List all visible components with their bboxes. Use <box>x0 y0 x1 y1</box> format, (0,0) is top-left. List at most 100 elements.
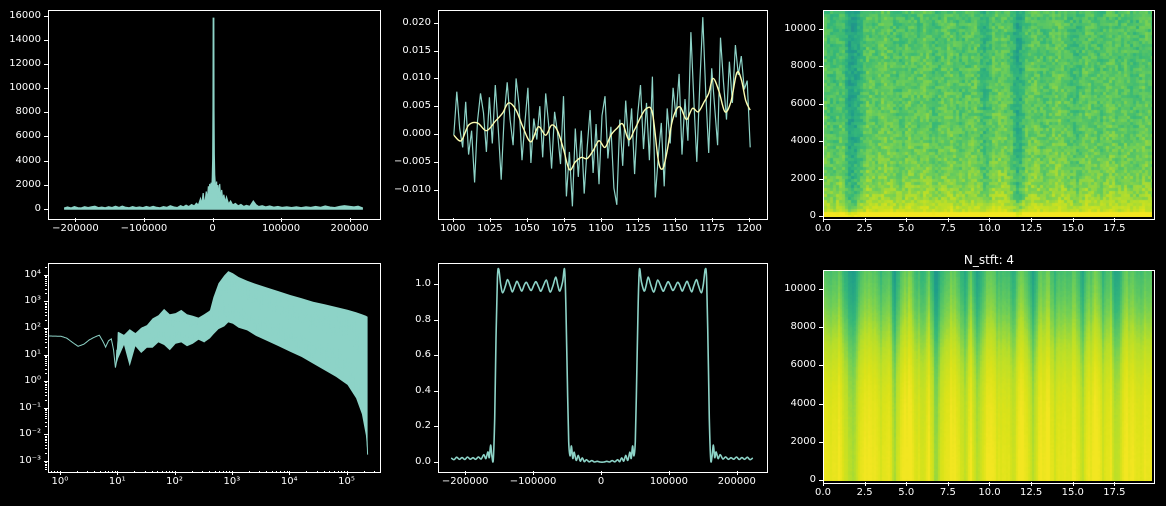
x-tick-label: 17.5 <box>1103 488 1125 498</box>
y-tick-mark <box>434 391 438 392</box>
x-tick-mark <box>823 482 824 486</box>
x-minor-tick <box>374 471 375 473</box>
figure: −200000−10000001000002000000200040006000… <box>0 0 1166 506</box>
x-minor-tick <box>229 471 230 473</box>
y-tick-label: 10⁰ <box>24 376 41 386</box>
x-minor-tick <box>112 471 113 473</box>
x-minor-tick <box>134 471 135 473</box>
x-minor-tick <box>329 471 330 473</box>
y-tick-label: 2000 <box>791 437 816 447</box>
y-minor-tick <box>45 336 47 337</box>
x-tick-mark <box>1031 482 1032 486</box>
y-tick-label: 1.0 <box>415 279 431 289</box>
y-tick-label: −0.010 <box>394 185 431 195</box>
y-tick-label: 10⁻² <box>19 429 41 439</box>
x-minor-tick <box>162 471 163 473</box>
y-tick-mark <box>819 29 823 30</box>
x-minor-tick <box>324 471 325 473</box>
x-tick-label: 100000 <box>262 224 300 234</box>
x-tick-label: 1125 <box>625 224 650 234</box>
y-tick-label: −0.005 <box>394 157 431 167</box>
y-tick-mark <box>44 136 48 137</box>
y-minor-tick <box>45 304 47 305</box>
x-tick-mark <box>638 218 639 222</box>
x-minor-tick <box>280 471 281 473</box>
x-minor-tick <box>276 471 277 473</box>
y-tick-label: 8000 <box>791 322 816 332</box>
y-minor-tick <box>45 385 47 386</box>
y-minor-tick <box>45 400 47 401</box>
y-tick-label: 0.020 <box>402 18 431 28</box>
x-tick-label: 2.5 <box>857 488 873 498</box>
x-tick-label: −100000 <box>121 224 168 234</box>
y-tick-label: 10¹ <box>24 350 41 360</box>
y-tick-label: 0 <box>810 475 816 485</box>
x-tick-mark <box>749 218 750 222</box>
heatmap-canvas-spectrogram-stft <box>824 271 1152 481</box>
y-tick-mark <box>434 426 438 427</box>
x-tick-mark <box>989 482 990 486</box>
y-tick-mark <box>44 64 48 65</box>
x-tick-mark <box>1073 482 1074 486</box>
x-tick-label: 1075 <box>551 224 576 234</box>
x-tick-label: −200000 <box>442 477 489 487</box>
x-tick-label: 10.0 <box>978 224 1000 234</box>
x-minor-tick <box>169 471 170 473</box>
y-tick-label: 4000 <box>16 156 41 166</box>
y-tick-label: 6000 <box>16 131 41 141</box>
y-minor-tick <box>45 307 47 308</box>
y-tick-label: 4000 <box>791 399 816 409</box>
y-minor-tick <box>45 384 47 385</box>
x-tick-label: 1100 <box>588 224 613 234</box>
y-tick-label: 14000 <box>9 35 41 45</box>
y-tick-label: 16000 <box>9 11 41 21</box>
y-minor-tick <box>45 453 47 454</box>
y-tick-mark <box>819 365 823 366</box>
x-minor-tick <box>259 471 260 473</box>
y-minor-tick <box>45 276 47 277</box>
y-tick-label: 4000 <box>791 136 816 146</box>
y-minor-tick <box>45 303 47 304</box>
x-tick-mark <box>465 471 466 475</box>
x-tick-mark <box>865 218 866 222</box>
x-tick-label: 17.5 <box>1103 224 1125 234</box>
y-tick-mark <box>44 112 48 113</box>
x-minor-tick <box>364 471 365 473</box>
y-minor-tick <box>45 426 47 427</box>
y-minor-tick <box>45 329 47 330</box>
y-tick-label: 10000 <box>9 83 41 93</box>
y-minor-tick <box>45 309 47 310</box>
y-minor-tick <box>45 412 47 413</box>
x-tick-mark <box>232 471 233 475</box>
y-tick-mark <box>44 40 48 41</box>
y-tick-label: 0.000 <box>402 129 431 139</box>
y-minor-tick <box>45 357 47 358</box>
y-minor-tick <box>45 283 47 284</box>
x-minor-tick <box>226 471 227 473</box>
y-minor-tick <box>45 462 47 463</box>
y-tick-label: 0.010 <box>402 73 431 83</box>
y-tick-mark <box>434 51 438 52</box>
x-tick-label: 5.0 <box>898 224 914 234</box>
y-minor-tick <box>45 347 47 348</box>
chart-svg-spectrum <box>49 264 378 470</box>
y-minor-tick <box>45 392 47 393</box>
y-minor-tick <box>45 339 47 340</box>
y-tick-mark <box>434 355 438 356</box>
y-minor-tick <box>45 410 47 411</box>
y-tick-mark <box>819 104 823 105</box>
x-tick-label: 0 <box>209 224 215 234</box>
x-tick-mark <box>527 218 528 222</box>
y-minor-tick <box>45 331 47 332</box>
x-minor-tick <box>287 471 288 473</box>
y-tick-label: 10² <box>24 323 41 333</box>
y-tick-mark <box>819 216 823 217</box>
x-minor-tick <box>54 471 55 473</box>
y-minor-tick <box>45 312 47 313</box>
subplot-spectrogram-stft: N_stft: 4 0.02.55.07.510.012.515.017.502… <box>823 270 1155 484</box>
y-minor-tick <box>45 361 47 362</box>
x-minor-tick <box>223 471 224 473</box>
y-tick-label: 12000 <box>9 59 41 69</box>
y-minor-tick <box>45 342 47 343</box>
y-tick-label: 0.8 <box>415 315 431 325</box>
